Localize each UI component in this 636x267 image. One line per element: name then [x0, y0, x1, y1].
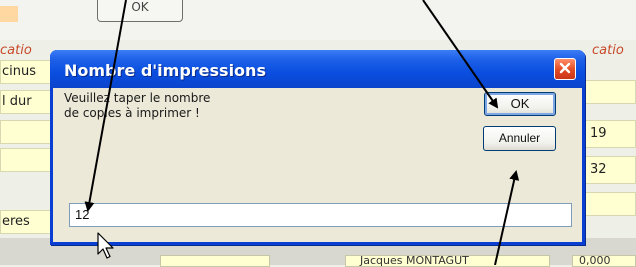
mouse-pointer-icon [97, 232, 114, 259]
arrow-to-cancel-button [494, 170, 520, 265]
arrow-to-input [84, 0, 127, 212]
annotation-arrows [84, 0, 520, 265]
arrow-to-ok-button [422, 0, 499, 109]
